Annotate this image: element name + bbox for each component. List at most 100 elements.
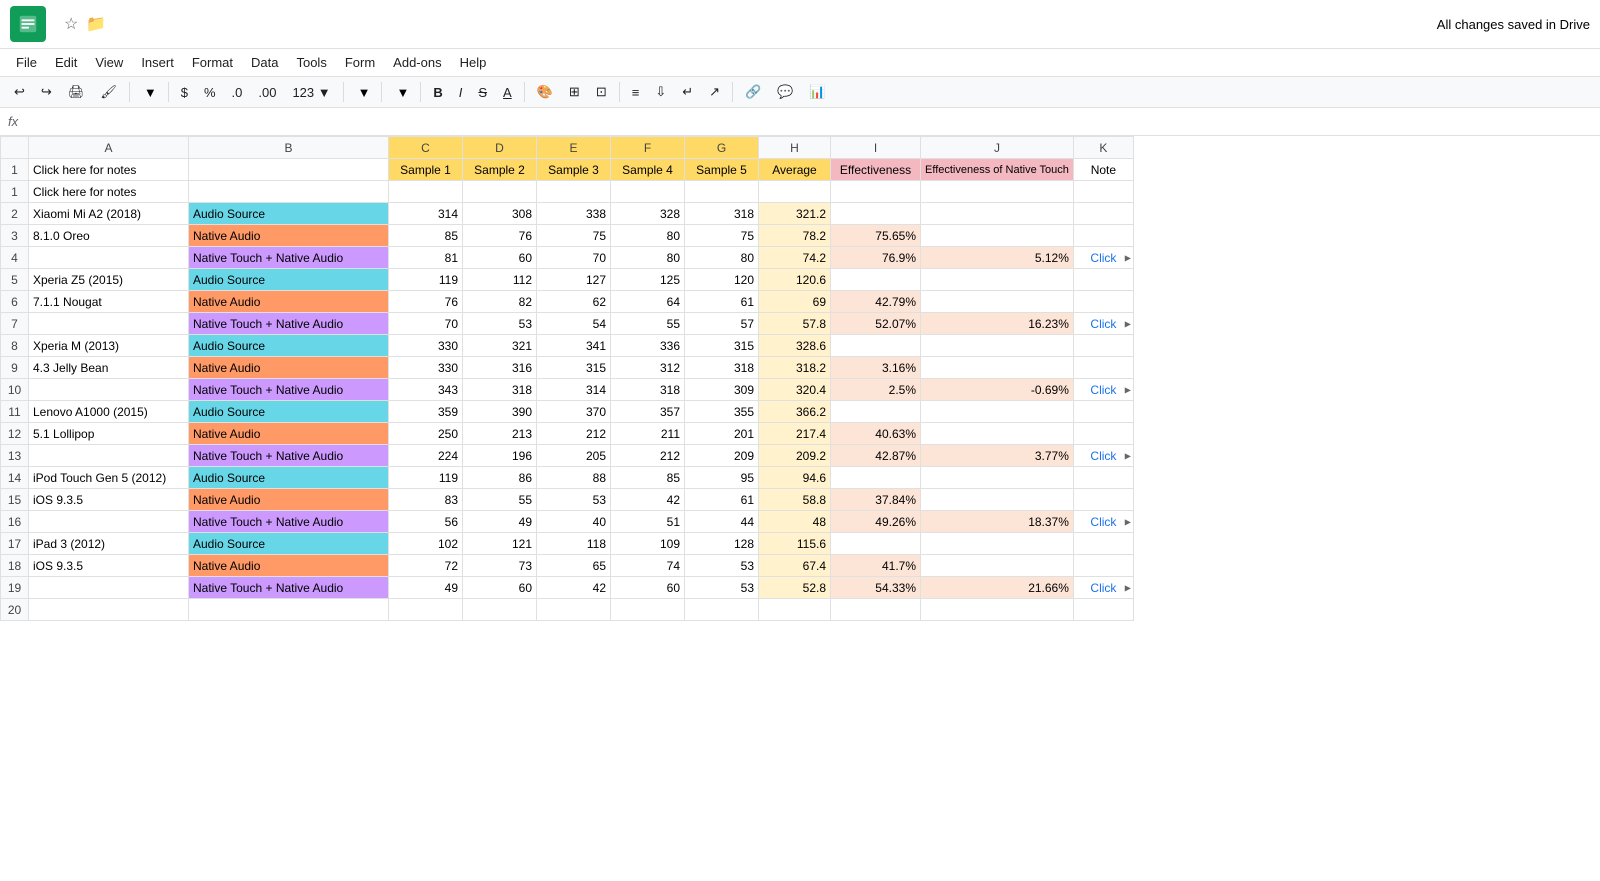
- cell-j19[interactable]: 21.66%: [921, 577, 1074, 599]
- cell-j8[interactable]: [921, 335, 1074, 357]
- cell-d16[interactable]: 49: [463, 511, 537, 533]
- cell-h10[interactable]: 320.4: [759, 379, 831, 401]
- cell-h7[interactable]: 57.8: [759, 313, 831, 335]
- cell-e11[interactable]: 370: [537, 401, 611, 423]
- cell-c16[interactable]: 56: [389, 511, 463, 533]
- cell-g6[interactable]: 61: [685, 291, 759, 313]
- cell-j1[interactable]: Effectiveness of Native Touch: [921, 159, 1074, 181]
- cell-d14[interactable]: 86: [463, 467, 537, 489]
- cell-f13[interactable]: 212: [611, 445, 685, 467]
- cell-a15[interactable]: iOS 9.3.5: [29, 489, 189, 511]
- cell-a6[interactable]: 7.1.1 Nougat: [29, 291, 189, 313]
- cell-d6[interactable]: 82: [463, 291, 537, 313]
- cell-c13[interactable]: 224: [389, 445, 463, 467]
- cell-h6[interactable]: 69: [759, 291, 831, 313]
- cell-b17[interactable]: Audio Source: [189, 533, 389, 555]
- cell-c7[interactable]: 70: [389, 313, 463, 335]
- sheet-container[interactable]: A B C D E F G H I J K 1 Click here for n…: [0, 136, 1600, 877]
- halign-button[interactable]: ≡: [626, 82, 646, 103]
- cell-f6[interactable]: 64: [611, 291, 685, 313]
- cell-h16[interactable]: 48: [759, 511, 831, 533]
- cell-c9[interactable]: 330: [389, 357, 463, 379]
- cell-b8[interactable]: Audio Source: [189, 335, 389, 357]
- cell-b18[interactable]: Native Audio: [189, 555, 389, 577]
- cell-d17[interactable]: 121: [463, 533, 537, 555]
- cell-k12[interactable]: [1073, 423, 1133, 445]
- cell-k4[interactable]: Click▶: [1073, 247, 1133, 269]
- cell-j11[interactable]: [921, 401, 1074, 423]
- cell-k6[interactable]: [1073, 291, 1133, 313]
- chart-button[interactable]: 📊: [803, 81, 831, 103]
- col-header-j[interactable]: J: [921, 137, 1074, 159]
- cell-e5[interactable]: 127: [537, 269, 611, 291]
- format123-button[interactable]: 123 ▼: [286, 82, 336, 103]
- cell-a10[interactable]: [29, 379, 189, 401]
- cell-e17[interactable]: 118: [537, 533, 611, 555]
- cell-e2[interactable]: 338: [537, 203, 611, 225]
- cell-f19[interactable]: 60: [611, 577, 685, 599]
- cell-j2[interactable]: [921, 203, 1074, 225]
- cell-a3[interactable]: 8.1.0 Oreo: [29, 225, 189, 247]
- cell-f9[interactable]: 312: [611, 357, 685, 379]
- cell-d8[interactable]: 321: [463, 335, 537, 357]
- cell-c3[interactable]: 85: [389, 225, 463, 247]
- cell-h14[interactable]: 94.6: [759, 467, 831, 489]
- cell-k1[interactable]: Note: [1073, 159, 1133, 181]
- cell-h9[interactable]: 318.2: [759, 357, 831, 379]
- cell-a14[interactable]: iPod Touch Gen 5 (2012): [29, 467, 189, 489]
- decimal-less-button[interactable]: .0: [226, 82, 249, 103]
- cell-b12[interactable]: Native Audio: [189, 423, 389, 445]
- percent-button[interactable]: %: [198, 82, 222, 103]
- cell-d5[interactable]: 112: [463, 269, 537, 291]
- link-button[interactable]: 🔗: [739, 81, 767, 103]
- formula-input[interactable]: [26, 114, 1592, 129]
- cell-b10[interactable]: Native Touch + Native Audio: [189, 379, 389, 401]
- cell-h5[interactable]: 120.6: [759, 269, 831, 291]
- cell-c2[interactable]: 314: [389, 203, 463, 225]
- col-header-k[interactable]: K: [1073, 137, 1133, 159]
- cell-c6[interactable]: 76: [389, 291, 463, 313]
- cell-k5[interactable]: [1073, 269, 1133, 291]
- strikethrough-button[interactable]: S: [472, 82, 493, 103]
- cell-i8[interactable]: [831, 335, 921, 357]
- cell-e15[interactable]: 53: [537, 489, 611, 511]
- cell-d10[interactable]: 318: [463, 379, 537, 401]
- cell-f18[interactable]: 74: [611, 555, 685, 577]
- cell-i6[interactable]: 42.79%: [831, 291, 921, 313]
- cell-b1[interactable]: [189, 159, 389, 181]
- cell-j12[interactable]: [921, 423, 1074, 445]
- cell-h17[interactable]: 115.6: [759, 533, 831, 555]
- cell-a4[interactable]: [29, 247, 189, 269]
- cell-e10[interactable]: 314: [537, 379, 611, 401]
- cell-j20[interactable]: [921, 599, 1074, 621]
- cell-f2[interactable]: 328: [611, 203, 685, 225]
- cell-j6[interactable]: [921, 291, 1074, 313]
- cell-b14[interactable]: Audio Source: [189, 467, 389, 489]
- cell-a13[interactable]: [29, 445, 189, 467]
- paintformat-button[interactable]: 🖌: [94, 81, 123, 103]
- cell-d11[interactable]: 390: [463, 401, 537, 423]
- menu-data[interactable]: Data: [243, 51, 286, 74]
- cell-k7[interactable]: Click▶: [1073, 313, 1133, 335]
- cell-h13[interactable]: 209.2: [759, 445, 831, 467]
- cell-b4[interactable]: Native Touch + Native Audio: [189, 247, 389, 269]
- cell-f7[interactable]: 55: [611, 313, 685, 335]
- cell-d1[interactable]: Sample 2: [463, 159, 537, 181]
- fillcolor-button[interactable]: 🎨: [531, 81, 559, 103]
- cell-g16[interactable]: 44: [685, 511, 759, 533]
- cell-k8[interactable]: [1073, 335, 1133, 357]
- cell-i1[interactable]: Effectiveness: [831, 159, 921, 181]
- cell-f16[interactable]: 51: [611, 511, 685, 533]
- cell-k13[interactable]: Click▶: [1073, 445, 1133, 467]
- cell-d20[interactable]: [463, 599, 537, 621]
- cell-a12[interactable]: 5.1 Lollipop: [29, 423, 189, 445]
- cell-d7[interactable]: 53: [463, 313, 537, 335]
- cell-c18[interactable]: 72: [389, 555, 463, 577]
- star-icon[interactable]: ☆: [64, 14, 78, 34]
- col-header-a[interactable]: A: [29, 137, 189, 159]
- cell-g19[interactable]: 53: [685, 577, 759, 599]
- cell-h4[interactable]: 74.2: [759, 247, 831, 269]
- cell-d18[interactable]: 73: [463, 555, 537, 577]
- cell-i20[interactable]: [831, 599, 921, 621]
- cell-b13[interactable]: Native Touch + Native Audio: [189, 445, 389, 467]
